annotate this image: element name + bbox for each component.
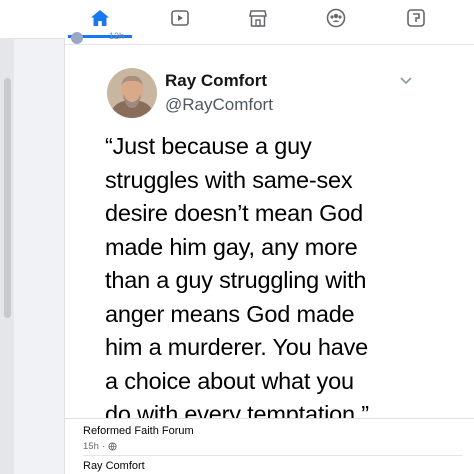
post-card: 12h Ray Comfort @RayComfort “Just becaus… [64,31,474,474]
globe-icon [108,442,117,451]
app-frame: 12h Ray Comfort @RayComfort “Just becaus… [0,0,474,474]
top-navigation-bar [0,0,474,39]
source-page-name[interactable]: Reformed Faith Forum [83,425,194,437]
previous-post-avatar [71,32,83,44]
tweet-author-name: Ray Comfort [165,71,268,90]
previous-post-time: 12h [109,31,125,41]
separator-dot: · [101,441,106,452]
tweet-avatar [107,68,157,118]
video-icon [171,10,189,26]
shared-author-name[interactable]: Ray Comfort [83,460,145,472]
tweet-text: “Just because a guy struggles with same-… [105,133,369,427]
tweet-author-handle: @RayComfort [165,95,273,114]
store-icon [249,9,267,27]
tweet-image[interactable]: Ray Comfort @RayComfort “Just because a … [79,52,473,427]
tab-gaming[interactable] [384,0,448,36]
scrollbar[interactable] [4,78,11,318]
gaming-icon [407,9,425,27]
divider [65,44,474,45]
home-icon [91,10,109,26]
tab-marketplace[interactable] [226,0,290,36]
tab-groups[interactable] [304,0,368,36]
post-time[interactable]: 15h [83,441,99,452]
divider [83,455,463,456]
left-gutter [0,38,14,474]
groups-icon [326,8,346,28]
link-preview[interactable]: Reformed Faith Forum 15h · Ray Comfort [65,418,474,474]
tab-watch[interactable] [148,0,212,36]
source-meta: 15h · [83,441,117,452]
chevron-down-icon [400,77,412,85]
profile-photo-icon [107,68,157,118]
